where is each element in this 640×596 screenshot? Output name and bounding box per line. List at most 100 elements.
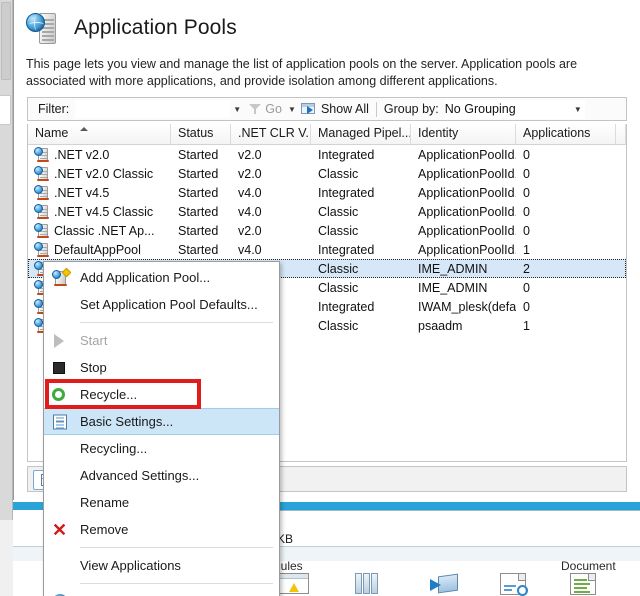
menu-item-label: Recycle...: [80, 387, 137, 402]
table-row[interactable]: .NET v4.5 Started v4.0 Integrated Applicatio…: [28, 183, 626, 202]
menu-item-recycling[interactable]: Recycling...: [44, 435, 279, 462]
cell-clr-version-text: v2.0: [238, 167, 262, 181]
menu-item-label: Add Application Pool...: [80, 270, 210, 285]
bg-books-icon[interactable]: [355, 573, 389, 596]
cell-identity: ApplicationPoolId...: [411, 224, 516, 238]
cell-identity: ApplicationPoolId...: [411, 243, 516, 257]
sort-ascending-icon: [80, 127, 88, 131]
menu-item-stop[interactable]: Stop: [44, 354, 279, 381]
cell-applications-text: 0: [523, 186, 530, 200]
scrollbar-thumb[interactable]: [1, 2, 11, 80]
table-row[interactable]: Classic .NET Ap... Startedv2.0Classic Appl…: [28, 221, 626, 240]
cell-pipeline-text: Classic: [318, 262, 358, 276]
bg-document-search-icon[interactable]: [500, 573, 534, 596]
menu-item-view-applications[interactable]: View Applications: [44, 552, 279, 579]
table-row[interactable]: .NET v4.5 ClassicStartedv4.0ClassicAppli…: [28, 202, 626, 221]
app-pool-icon: [34, 242, 50, 257]
column-header-applications[interactable]: Applications: [516, 124, 616, 144]
column-header-pipeline[interactable]: Managed Pipel...: [311, 124, 411, 144]
menu-separator: [80, 322, 273, 323]
cell-status-text: Started: [178, 167, 218, 181]
cell-status-text: Started: [178, 148, 218, 162]
menu-item-rename[interactable]: Rename: [44, 489, 279, 516]
cell-status-text: Started: [178, 243, 218, 257]
column-header-status[interactable]: Status: [171, 124, 231, 144]
cell-pipeline-text: Classic: [318, 281, 358, 295]
cell-identity-text: IME_ADMIN: [418, 281, 487, 295]
app-pool-icon: [34, 185, 50, 200]
cell-applications: 0: [516, 186, 616, 200]
table-row[interactable]: DefaultAppPool Started v4.0IntegratedAppli…: [28, 240, 626, 259]
menu-item-remove[interactable]: ✕Remove: [44, 516, 279, 543]
menu-item-set-application-pool-defaults[interactable]: Set Application Pool Defaults...: [44, 291, 279, 318]
group-by-chevron-down-icon[interactable]: ▼: [571, 105, 585, 114]
cell-status: Started: [171, 224, 231, 238]
table-row[interactable]: .NET v2.0Startedv2.0IntegratedApplicatio…: [28, 145, 626, 164]
bg-document-icon[interactable]: [570, 573, 604, 596]
cell-name-text: .NET v2.0 Classic: [54, 167, 153, 181]
menu-separator: [80, 583, 273, 584]
cell-clr-version: v2.0: [231, 224, 311, 238]
cell-applications-text: 2: [523, 262, 530, 276]
cell-name: .NET v4.5: [28, 185, 171, 200]
cell-pipeline-text: Integrated: [318, 186, 374, 200]
show-all-icon: [301, 102, 318, 116]
cell-pipeline: Integrated: [311, 243, 411, 257]
cell-pipeline-text: Integrated: [318, 300, 374, 314]
menu-item-label: Start: [80, 333, 107, 348]
column-header-clr-version[interactable]: .NET CLR V...: [231, 124, 311, 144]
cell-name-text: Classic .NET Ap...: [54, 224, 155, 238]
menu-item-add-application-pool[interactable]: Add Application Pool...: [44, 264, 279, 291]
cell-identity-text: IME_ADMIN: [418, 262, 487, 276]
cell-status: Started: [171, 186, 231, 200]
bg-warning-window-icon[interactable]: [277, 573, 311, 596]
group-by-value: No Grouping: [445, 102, 516, 116]
cell-identity-text: ApplicationPoolId...: [418, 224, 516, 238]
cell-applications-text: 0: [523, 281, 530, 295]
cell-name-text: DefaultAppPool: [54, 243, 141, 257]
app-pool-icon: [34, 147, 50, 162]
cell-clr-version: v4.0: [231, 205, 311, 219]
cell-name-text: .NET v2.0: [54, 148, 109, 162]
go-dropdown-arrow[interactable]: ▼: [285, 105, 299, 114]
application-pools-icon: [26, 10, 62, 46]
group-by-select[interactable]: No Grouping ▼: [445, 100, 585, 119]
column-header-name[interactable]: Name: [28, 124, 171, 144]
menu-item-recycle[interactable]: Recycle...: [44, 381, 279, 408]
filter-input[interactable]: [75, 100, 230, 118]
page-description: This page lets you view and manage the l…: [26, 56, 638, 90]
group-by-label: Group by:: [384, 102, 445, 116]
menu-item-start[interactable]: Start: [44, 327, 279, 354]
cell-status: Started: [171, 243, 231, 257]
cell-name-text: .NET v4.5 Classic: [54, 205, 153, 219]
column-header-identity[interactable]: Identity: [411, 124, 516, 144]
cell-identity-text: ApplicationPoolId...: [418, 186, 516, 200]
bg-arrow-box-icon[interactable]: [430, 573, 464, 596]
cell-pipeline: Integrated: [311, 300, 411, 314]
go-button[interactable]: Go: [262, 102, 285, 116]
cell-pipeline-text: Integrated: [318, 148, 374, 162]
filter-toolbar: Filter: ▼ Go ▼ Show All Group by: No Gro…: [27, 97, 627, 121]
menu-item-advanced-settings[interactable]: Advanced Settings...: [44, 462, 279, 489]
cell-pipeline: Classic: [311, 224, 411, 238]
cell-applications-text: 1: [523, 243, 530, 257]
menu-item-basic-settings[interactable]: Basic Settings...: [44, 408, 279, 435]
cell-status-text: Started: [178, 186, 218, 200]
cell-identity: ApplicationPoolId...: [411, 186, 516, 200]
cell-clr-version: v4.0: [231, 186, 311, 200]
show-all-button[interactable]: Show All: [321, 102, 369, 116]
cell-applications: 0: [516, 148, 616, 162]
page-title: Application Pools: [74, 16, 237, 40]
filter-dropdown-arrow[interactable]: ▼: [230, 105, 244, 114]
table-row[interactable]: .NET v2.0 Classic Started v2.0 Classic Appli…: [28, 164, 626, 183]
app-pool-icon: [34, 166, 50, 181]
menu-item-help[interactable]: ?Help: [44, 588, 279, 596]
context-menu[interactable]: Add Application Pool... Set Application P…: [43, 261, 280, 596]
cell-applications: 1: [516, 319, 616, 333]
cell-pipeline: Classic: [311, 167, 411, 181]
cell-identity-text: ApplicationPoolId...: [418, 167, 516, 181]
outer-scrollbar-track[interactable]: [0, 0, 13, 520]
cell-identity: psaadm: [411, 319, 516, 333]
cell-clr-version: v4.0: [231, 243, 311, 257]
cell-pipeline: Classic: [311, 205, 411, 219]
